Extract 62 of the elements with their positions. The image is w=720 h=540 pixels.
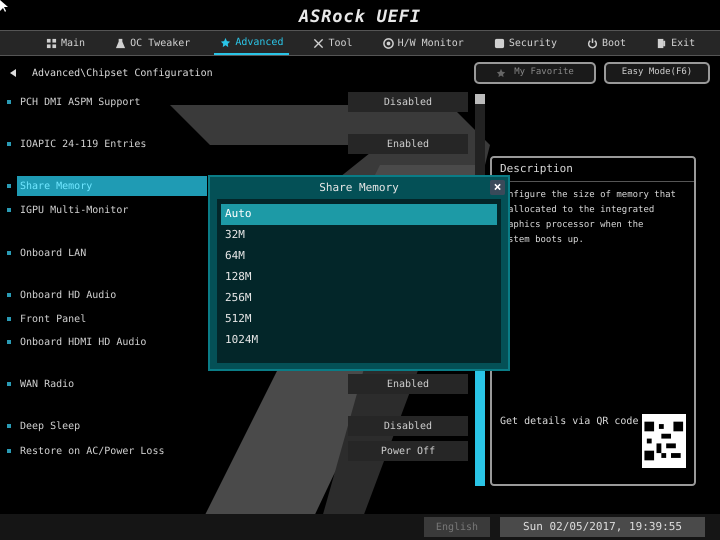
- back-arrow-icon[interactable]: [10, 69, 16, 77]
- setting-label[interactable]: Deep Sleep: [17, 416, 207, 436]
- setting-label[interactable]: PCH DMI ASPM Support: [17, 92, 207, 112]
- dropdown-option[interactable]: 256M: [221, 288, 497, 309]
- power-icon: [586, 38, 598, 48]
- my-favorite-button[interactable]: My Favorite: [474, 62, 596, 84]
- door-icon: [656, 38, 668, 48]
- menu-tab[interactable]: OC Tweaker: [109, 31, 196, 55]
- star-icon: [496, 68, 506, 78]
- dialog-title: Share Memory: [319, 180, 399, 196]
- tools-icon: [313, 38, 324, 48]
- easy-mode-button[interactable]: Easy Mode(F6): [604, 62, 710, 84]
- bullet-icon: [7, 142, 11, 146]
- gauge-icon: [382, 38, 394, 48]
- setting-value[interactable]: Power Off: [348, 441, 468, 461]
- qr-hint: Get details via QR code: [500, 415, 638, 429]
- dropdown-option[interactable]: 512M: [221, 309, 497, 330]
- setting-label[interactable]: WAN Radio: [17, 374, 207, 394]
- menu-tab[interactable]: Main: [40, 31, 92, 55]
- menu-tab[interactable]: Advanced: [214, 31, 290, 55]
- flask-icon: [115, 38, 126, 48]
- setting-label[interactable]: Restore on AC/Power Loss: [17, 441, 207, 461]
- menu-tab[interactable]: H/W Monitor: [376, 31, 470, 55]
- dropdown-option[interactable]: 32M: [221, 225, 497, 246]
- menu-tab[interactable]: Boot: [580, 31, 632, 55]
- menu-tab[interactable]: Security: [488, 31, 563, 55]
- bullet-icon: [7, 293, 11, 297]
- dropdown-option[interactable]: 128M: [221, 267, 497, 288]
- breadcrumb: Advanced\Chipset Configuration: [32, 66, 213, 80]
- bullet-icon: [7, 100, 11, 104]
- shield-icon: [494, 38, 505, 48]
- bullet-icon: [7, 424, 11, 428]
- setting-label[interactable]: Onboard HD Audio: [17, 285, 207, 305]
- cursor-icon: [0, 0, 8, 12]
- dropdown-option[interactable]: 64M: [221, 246, 497, 267]
- date-time: Sun 02/05/2017, 19:39:55: [500, 517, 705, 537]
- bullet-icon: [7, 317, 11, 321]
- bullet-icon: [7, 449, 11, 453]
- star-icon: [220, 36, 232, 48]
- description-text: nfigure the size of memory that: [508, 188, 677, 202]
- dropdown-option[interactable]: 1024M: [221, 330, 497, 351]
- grid-icon: [46, 38, 57, 48]
- bullet-icon: [7, 208, 11, 212]
- bullet-icon: [7, 184, 11, 188]
- menu-tab[interactable]: Tool: [307, 31, 359, 55]
- bullet-icon: [7, 340, 11, 344]
- setting-label[interactable]: Onboard LAN: [17, 243, 207, 263]
- setting-label[interactable]: Front Panel: [17, 309, 207, 329]
- logo: ASRock UEFI: [299, 6, 421, 30]
- menu-tab[interactable]: Exit: [650, 31, 702, 55]
- setting-label[interactable]: IOAPIC 24-119 Entries: [17, 134, 207, 154]
- close-button[interactable]: ×: [490, 180, 505, 195]
- bullet-icon: [7, 251, 11, 255]
- bullet-icon: [7, 382, 11, 386]
- setting-label[interactable]: IGPU Multi-Monitor: [17, 200, 207, 220]
- setting-label[interactable]: Onboard HDMI HD Audio: [17, 332, 207, 352]
- setting-value[interactable]: Disabled: [348, 92, 468, 112]
- setting-value[interactable]: Enabled: [348, 134, 468, 154]
- setting-value[interactable]: Enabled: [348, 374, 468, 394]
- setting-value[interactable]: Disabled: [348, 416, 468, 436]
- description-text: allocated to the integrated: [508, 204, 656, 216]
- qr-code-icon: [642, 414, 686, 468]
